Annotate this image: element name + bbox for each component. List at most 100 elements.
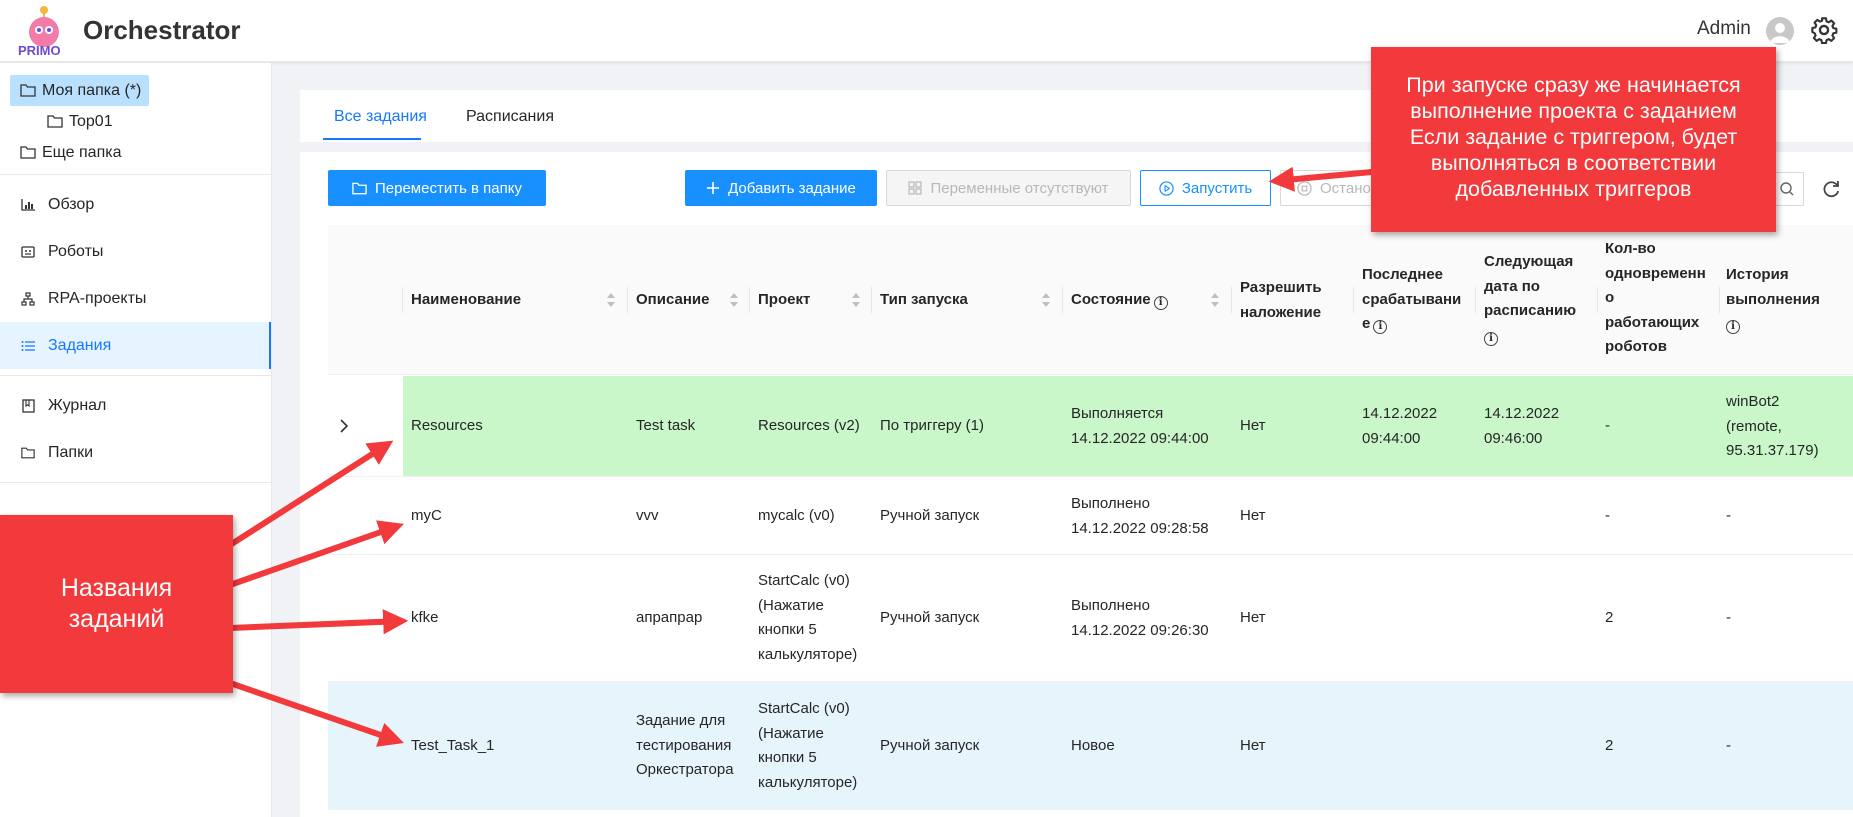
header-launch-type[interactable]: Тип запуска [880, 288, 968, 313]
add-task-button[interactable]: Добавить задание [685, 170, 877, 206]
cell-line: кнопки 5 [758, 621, 817, 638]
cell-line: калькуляторе) [758, 773, 858, 791]
gear-icon[interactable] [1810, 16, 1838, 44]
folder-item-my-folder[interactable]: Моя папка (*) [10, 75, 149, 106]
header-next-date[interactable]: Следующая дата по расписанию i [1484, 250, 1576, 348]
info-icon[interactable]: i [1484, 331, 1498, 346]
cell-line: winBot2 [1726, 393, 1780, 410]
cell-description: vvv [636, 507, 659, 524]
user-name[interactable]: Admin [1697, 18, 1751, 40]
cell-name[interactable]: Test_Task_1 [411, 734, 494, 759]
cell-name[interactable]: kfke [411, 606, 439, 631]
header-robot-count[interactable]: Кол-во одновременн о работающих роботов [1605, 237, 1706, 360]
sort-icon[interactable] [851, 292, 861, 308]
folder-icon [20, 445, 36, 461]
folder-label: Моя папка (*) [42, 81, 142, 99]
callout-line: Если задание с триггером, будет [1409, 125, 1738, 149]
column-separator [402, 287, 403, 313]
sidebar: Моя папка (*) Top01 Еще папка Обзор Робо… [0, 63, 272, 817]
cell-project: StartCalc (v0) (Нажатие кнопки 5 калькул… [758, 569, 857, 667]
app-title: Orchestrator [83, 15, 241, 45]
search-icon [1779, 182, 1794, 196]
table-header: Наименование Описание Проект Тип запуска… [328, 225, 1853, 375]
avatar[interactable] [1766, 17, 1794, 45]
callout-line: заданий [68, 605, 165, 633]
menu-label: Обзор [48, 195, 95, 213]
plus-icon [706, 181, 720, 195]
header-line: Следующая [1484, 253, 1574, 270]
tab-schedules[interactable]: Расписания [466, 108, 554, 126]
menu-item-tasks[interactable]: Задания [0, 322, 271, 369]
header-line: наложение [1240, 303, 1322, 321]
table-row[interactable]: Test_Task_1 Задание для тестирования Орк… [328, 682, 1853, 810]
cell-name[interactable]: myC [411, 504, 442, 529]
active-tab-indicator [323, 138, 421, 140]
sort-icon[interactable] [729, 292, 739, 308]
cell-line: 95.31.37.179) [1726, 442, 1819, 459]
cell-history[interactable]: winBot2 (remote, 95.31.37.179) [1726, 390, 1819, 464]
folder-item-top01[interactable]: Top01 [0, 106, 271, 137]
cell-overlap: Нет [1240, 507, 1266, 524]
header-name[interactable]: Наименование [411, 288, 521, 313]
menu-item-robots[interactable]: Роботы [0, 228, 271, 275]
header-history[interactable]: История выполнения i [1726, 263, 1820, 337]
reload-icon[interactable] [1820, 178, 1842, 200]
sort-icon[interactable] [1041, 292, 1051, 308]
move-to-folder-button[interactable]: Переместить в папку [328, 170, 546, 206]
stop-button[interactable]: Останов [1280, 170, 1380, 206]
table-row[interactable]: myC vvv mycalc (v0) Ручной запуск Выполн… [328, 477, 1853, 555]
svg-text:PRIMO: PRIMO [18, 43, 61, 58]
primo-logo: PRIMO [18, 6, 61, 58]
column-separator [1597, 287, 1598, 313]
info-icon[interactable]: i [1373, 320, 1388, 334]
info-icon[interactable]: i [1153, 296, 1168, 310]
cell-line: Оркестратора [636, 761, 734, 778]
cell-overlap: Нет [1240, 737, 1266, 754]
header-overlap[interactable]: Разрешить наложение [1240, 276, 1322, 325]
header-description[interactable]: Описание [636, 288, 709, 313]
cell-robot-count: 2 [1605, 737, 1614, 754]
table-row[interactable]: kfke апрапрар StartCalc (v0) (Нажатие кн… [328, 555, 1853, 682]
cell-overlap: Нет [1240, 417, 1266, 434]
annotation-callout-run: При запуске сразу же начинается выполнен… [1371, 47, 1776, 232]
folder-label: Еще папка [42, 143, 122, 161]
callout-line: При запуске сразу же начинается [1406, 73, 1741, 97]
header-line: дата по [1484, 277, 1540, 295]
cell-line: Выполняется [1071, 405, 1164, 422]
cell-line: калькуляторе) [758, 645, 858, 663]
cell-last-fired: 14.12.2022 09:44:00 [1362, 402, 1437, 451]
header-last-fired[interactable]: Последнее срабатывани еi [1362, 263, 1461, 337]
cell-line: кнопки 5 [758, 749, 817, 766]
menu-item-journal[interactable]: Журнал [0, 382, 271, 429]
cell-state: Выполняется 14.12.2022 09:44:00 [1071, 402, 1209, 451]
column-separator [1062, 287, 1063, 313]
cell-launch-type: По триггеру (1) [880, 417, 985, 434]
expand-chevron-icon[interactable] [338, 418, 350, 434]
cell-robot-count: 2 [1605, 609, 1614, 626]
variables-button[interactable]: Переменные отсутствуют [886, 170, 1131, 206]
sort-icon[interactable] [1210, 292, 1220, 308]
cell-overlap: Нет [1240, 609, 1266, 626]
folder-label: Top01 [69, 112, 113, 130]
menu-item-overview[interactable]: Обзор [0, 181, 271, 228]
sort-icon[interactable] [606, 292, 616, 308]
info-icon[interactable]: i [1726, 320, 1740, 334]
button-label: Добавить задание [728, 179, 856, 197]
header-project[interactable]: Проект [758, 288, 810, 313]
cell-description: апрапрар [636, 609, 703, 626]
cell-history: - [1726, 507, 1731, 524]
cell-history: - [1726, 609, 1731, 626]
cell-name[interactable]: Resources [411, 414, 483, 439]
grid-icon [908, 181, 923, 195]
menu-item-folders[interactable]: Папки [0, 429, 271, 476]
header-line: срабатывани [1362, 290, 1462, 308]
header-state[interactable]: Состояние i [1071, 288, 1168, 313]
menu-label: Журнал [48, 396, 107, 414]
divider [0, 174, 271, 175]
tab-all-tasks[interactable]: Все задания [334, 108, 427, 126]
run-button[interactable]: Запустить [1140, 170, 1271, 206]
folder-item-another[interactable]: Еще папка [0, 137, 271, 168]
menu-item-rpa-projects[interactable]: RPA-проекты [0, 275, 271, 322]
cell-state: Выполнено 14.12.2022 09:28:58 [1071, 492, 1209, 541]
table-row[interactable]: Resources Test task Resources (v2) По тр… [328, 376, 1853, 477]
